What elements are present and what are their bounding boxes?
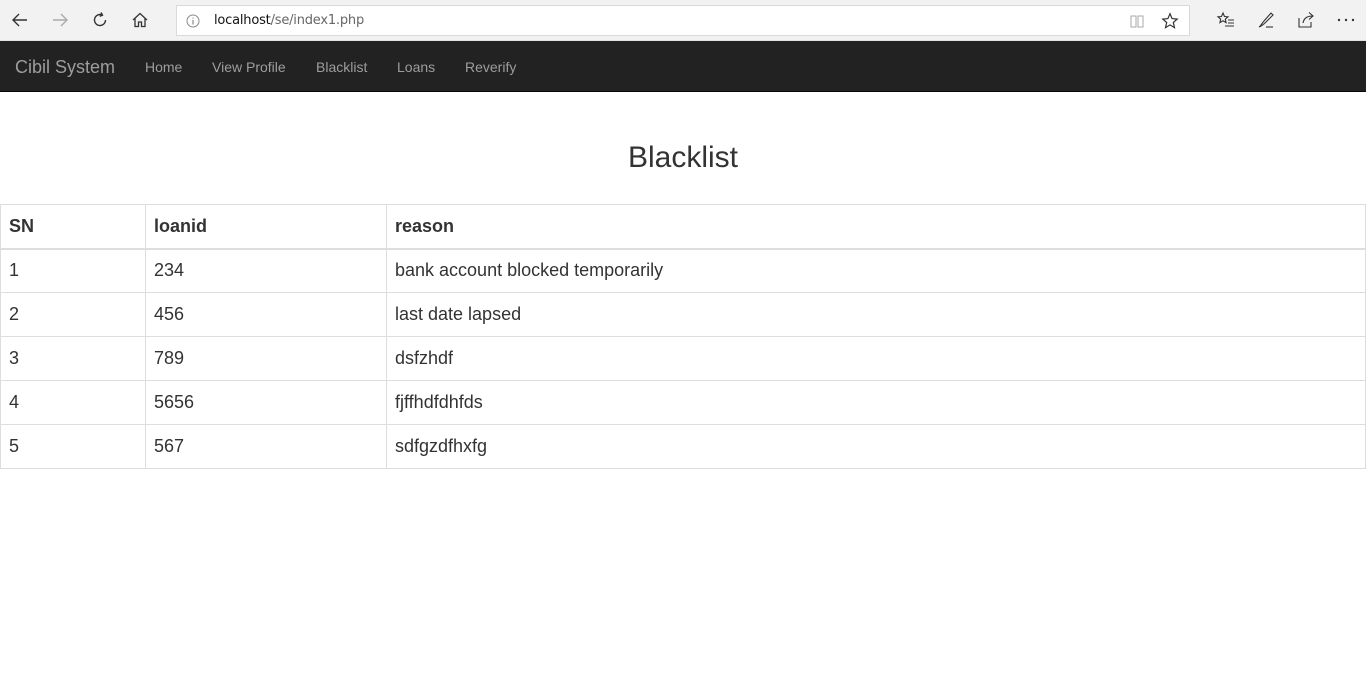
url-host: localhost: [214, 13, 271, 28]
cell-reason: fjffhdfdhfds: [386, 380, 1366, 425]
table-row: 3 789 dsfzhdf: [0, 336, 1366, 381]
web-note-button[interactable]: [1256, 10, 1276, 30]
share-button[interactable]: [1296, 10, 1316, 30]
blacklist-table: SN loanid reason 1 234 bank account bloc…: [0, 204, 1366, 469]
nav-view-profile-link[interactable]: View Profile: [212, 58, 286, 76]
address-bar[interactable]: localhost/se/index1.php: [176, 5, 1190, 36]
cell-reason: last date lapsed: [386, 292, 1366, 337]
column-header-loanid: loanid: [145, 204, 387, 250]
back-button[interactable]: [6, 6, 34, 34]
info-icon[interactable]: [185, 13, 201, 29]
cell-loanid: 5656: [145, 380, 387, 425]
column-header-reason: reason: [386, 204, 1366, 250]
share-icon: [1298, 12, 1314, 28]
pen-icon: [1258, 12, 1274, 28]
brand-link[interactable]: Cibil System: [15, 57, 115, 77]
home-icon: [132, 12, 148, 28]
forward-arrow-icon: [53, 13, 68, 27]
home-button[interactable]: [126, 6, 154, 34]
cell-sn: 5: [0, 424, 146, 469]
more-button[interactable]: [1336, 10, 1356, 30]
nav-reverify-link[interactable]: Reverify: [465, 58, 516, 76]
more-dots-icon: [1337, 18, 1355, 22]
table-row: 4 5656 fjffhdfdhfds: [0, 380, 1366, 425]
browser-toolbar: localhost/se/index1.php: [0, 0, 1366, 41]
column-header-sn: SN: [0, 204, 146, 250]
table-header-row: SN loanid reason: [0, 204, 1366, 250]
forward-button[interactable]: [46, 6, 74, 34]
cell-loanid: 234: [145, 248, 387, 293]
cell-sn: 1: [0, 248, 146, 293]
favorites-button[interactable]: [1216, 10, 1236, 30]
nav-home-link[interactable]: Home: [145, 58, 182, 76]
url-text: localhost/se/index1.php: [214, 13, 364, 29]
reading-view-icon[interactable]: [1129, 13, 1145, 29]
cell-sn: 4: [0, 380, 146, 425]
cell-loanid: 567: [145, 424, 387, 469]
favorite-star-icon[interactable]: [1161, 12, 1179, 30]
refresh-icon: [93, 12, 107, 27]
nav-blacklist-link[interactable]: Blacklist: [316, 58, 367, 76]
cell-reason: sdfgzdfhxfg: [386, 424, 1366, 469]
cell-sn: 2: [0, 292, 146, 337]
cell-loanid: 456: [145, 292, 387, 337]
table-row: 2 456 last date lapsed: [0, 292, 1366, 337]
app-navbar: Cibil System Home View Profile Blacklist…: [0, 41, 1366, 92]
cell-reason: bank account blocked temporarily: [386, 248, 1366, 293]
url-path: /se/index1.php: [270, 13, 365, 28]
table-row: 5 567 sdfgzdfhxfg: [0, 424, 1366, 469]
back-arrow-icon: [12, 13, 27, 27]
refresh-button[interactable]: [86, 6, 114, 34]
nav-loans-link[interactable]: Loans: [397, 58, 435, 76]
cell-sn: 3: [0, 336, 146, 381]
page-title: Blacklist: [627, 141, 739, 174]
cell-reason: dsfzhdf: [386, 336, 1366, 381]
cell-loanid: 789: [145, 336, 387, 381]
favorites-list-icon: [1216, 11, 1234, 27]
table-row: 1 234 bank account blocked temporarily: [0, 248, 1366, 293]
